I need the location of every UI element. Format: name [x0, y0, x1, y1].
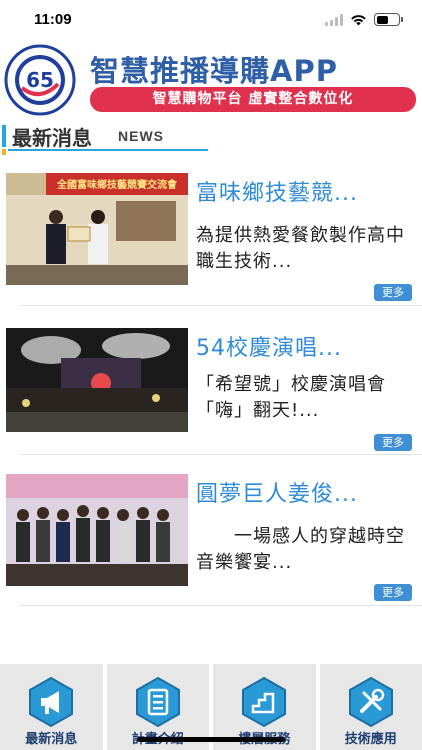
news-summary: 一場感人的穿越時空音樂饗宴... — [196, 526, 405, 573]
document-list-icon — [135, 676, 180, 728]
tab-label: 技術應用 — [344, 732, 397, 747]
news-item[interactable]: 全國富味鄉技藝競賽交流會 富味鄉技藝競... 為提供熱愛餐飲製作高中職生技術..… — [0, 173, 422, 313]
news-image-banner: 全國富味鄉技藝競賽交流會 — [56, 178, 178, 191]
signal-icon — [325, 13, 343, 26]
news-thumbnail[interactable]: 全國富味鄉技藝競賽交流會 — [6, 173, 188, 285]
section-accent-bar-secondary — [2, 149, 6, 155]
logo-number: 65 — [26, 68, 54, 92]
news-divider — [20, 305, 422, 306]
more-button[interactable]: 更多 — [374, 434, 412, 451]
news-thumbnail[interactable] — [6, 328, 188, 440]
section-header: 最新消息 NEWS — [0, 119, 422, 155]
status-icons — [325, 13, 403, 26]
battery-icon — [374, 13, 403, 26]
status-bar: 11:09 — [0, 0, 422, 40]
news-item[interactable]: 圓夢巨人姜俊... 一場感人的穿越時空音樂饗宴... 更多 — [0, 474, 422, 614]
section-title: 最新消息 — [12, 126, 92, 150]
university-logo-icon: 65 — [4, 44, 76, 116]
megaphone-icon — [29, 676, 74, 728]
section-accent-bar — [2, 125, 6, 147]
home-indicator[interactable] — [137, 737, 285, 742]
news-item[interactable]: 54校慶演唱... 「希望號」校慶演唱會「嗨」翻天!... 更多 — [0, 328, 422, 468]
more-button[interactable]: 更多 — [374, 284, 412, 301]
status-time: 11:09 — [34, 11, 72, 28]
app-subtitle: 智慧購物平台 虛實整合數位化 — [90, 87, 416, 112]
wifi-icon — [351, 14, 366, 25]
more-button[interactable]: 更多 — [374, 584, 412, 601]
section-underline — [8, 149, 208, 151]
news-title[interactable]: 54校慶演唱... — [196, 330, 416, 362]
news-divider — [20, 454, 422, 455]
section-title-en: NEWS — [118, 128, 164, 144]
tab-latest-news[interactable]: 最新消息 — [0, 664, 103, 750]
tab-label: 最新消息 — [25, 732, 78, 747]
app-title: 智慧推播導購APP — [90, 54, 338, 88]
news-title[interactable]: 富味鄉技藝競... — [196, 175, 416, 207]
tools-icon — [348, 676, 393, 728]
stairs-icon — [242, 676, 287, 728]
app-header: 65 智慧推播導購APP 智慧購物平台 虛實整合數位化 — [0, 42, 422, 116]
news-title[interactable]: 圓夢巨人姜俊... — [196, 476, 416, 508]
news-summary: 為提供熱愛餐飲製作高中職生技術... — [196, 225, 405, 272]
news-summary: 「希望號」校慶演唱會「嗨」翻天!... — [196, 374, 386, 421]
news-thumbnail[interactable] — [6, 474, 188, 586]
tab-tech-application[interactable]: 技術應用 — [319, 664, 422, 750]
news-divider — [20, 605, 422, 606]
battery-level — [376, 15, 389, 24]
